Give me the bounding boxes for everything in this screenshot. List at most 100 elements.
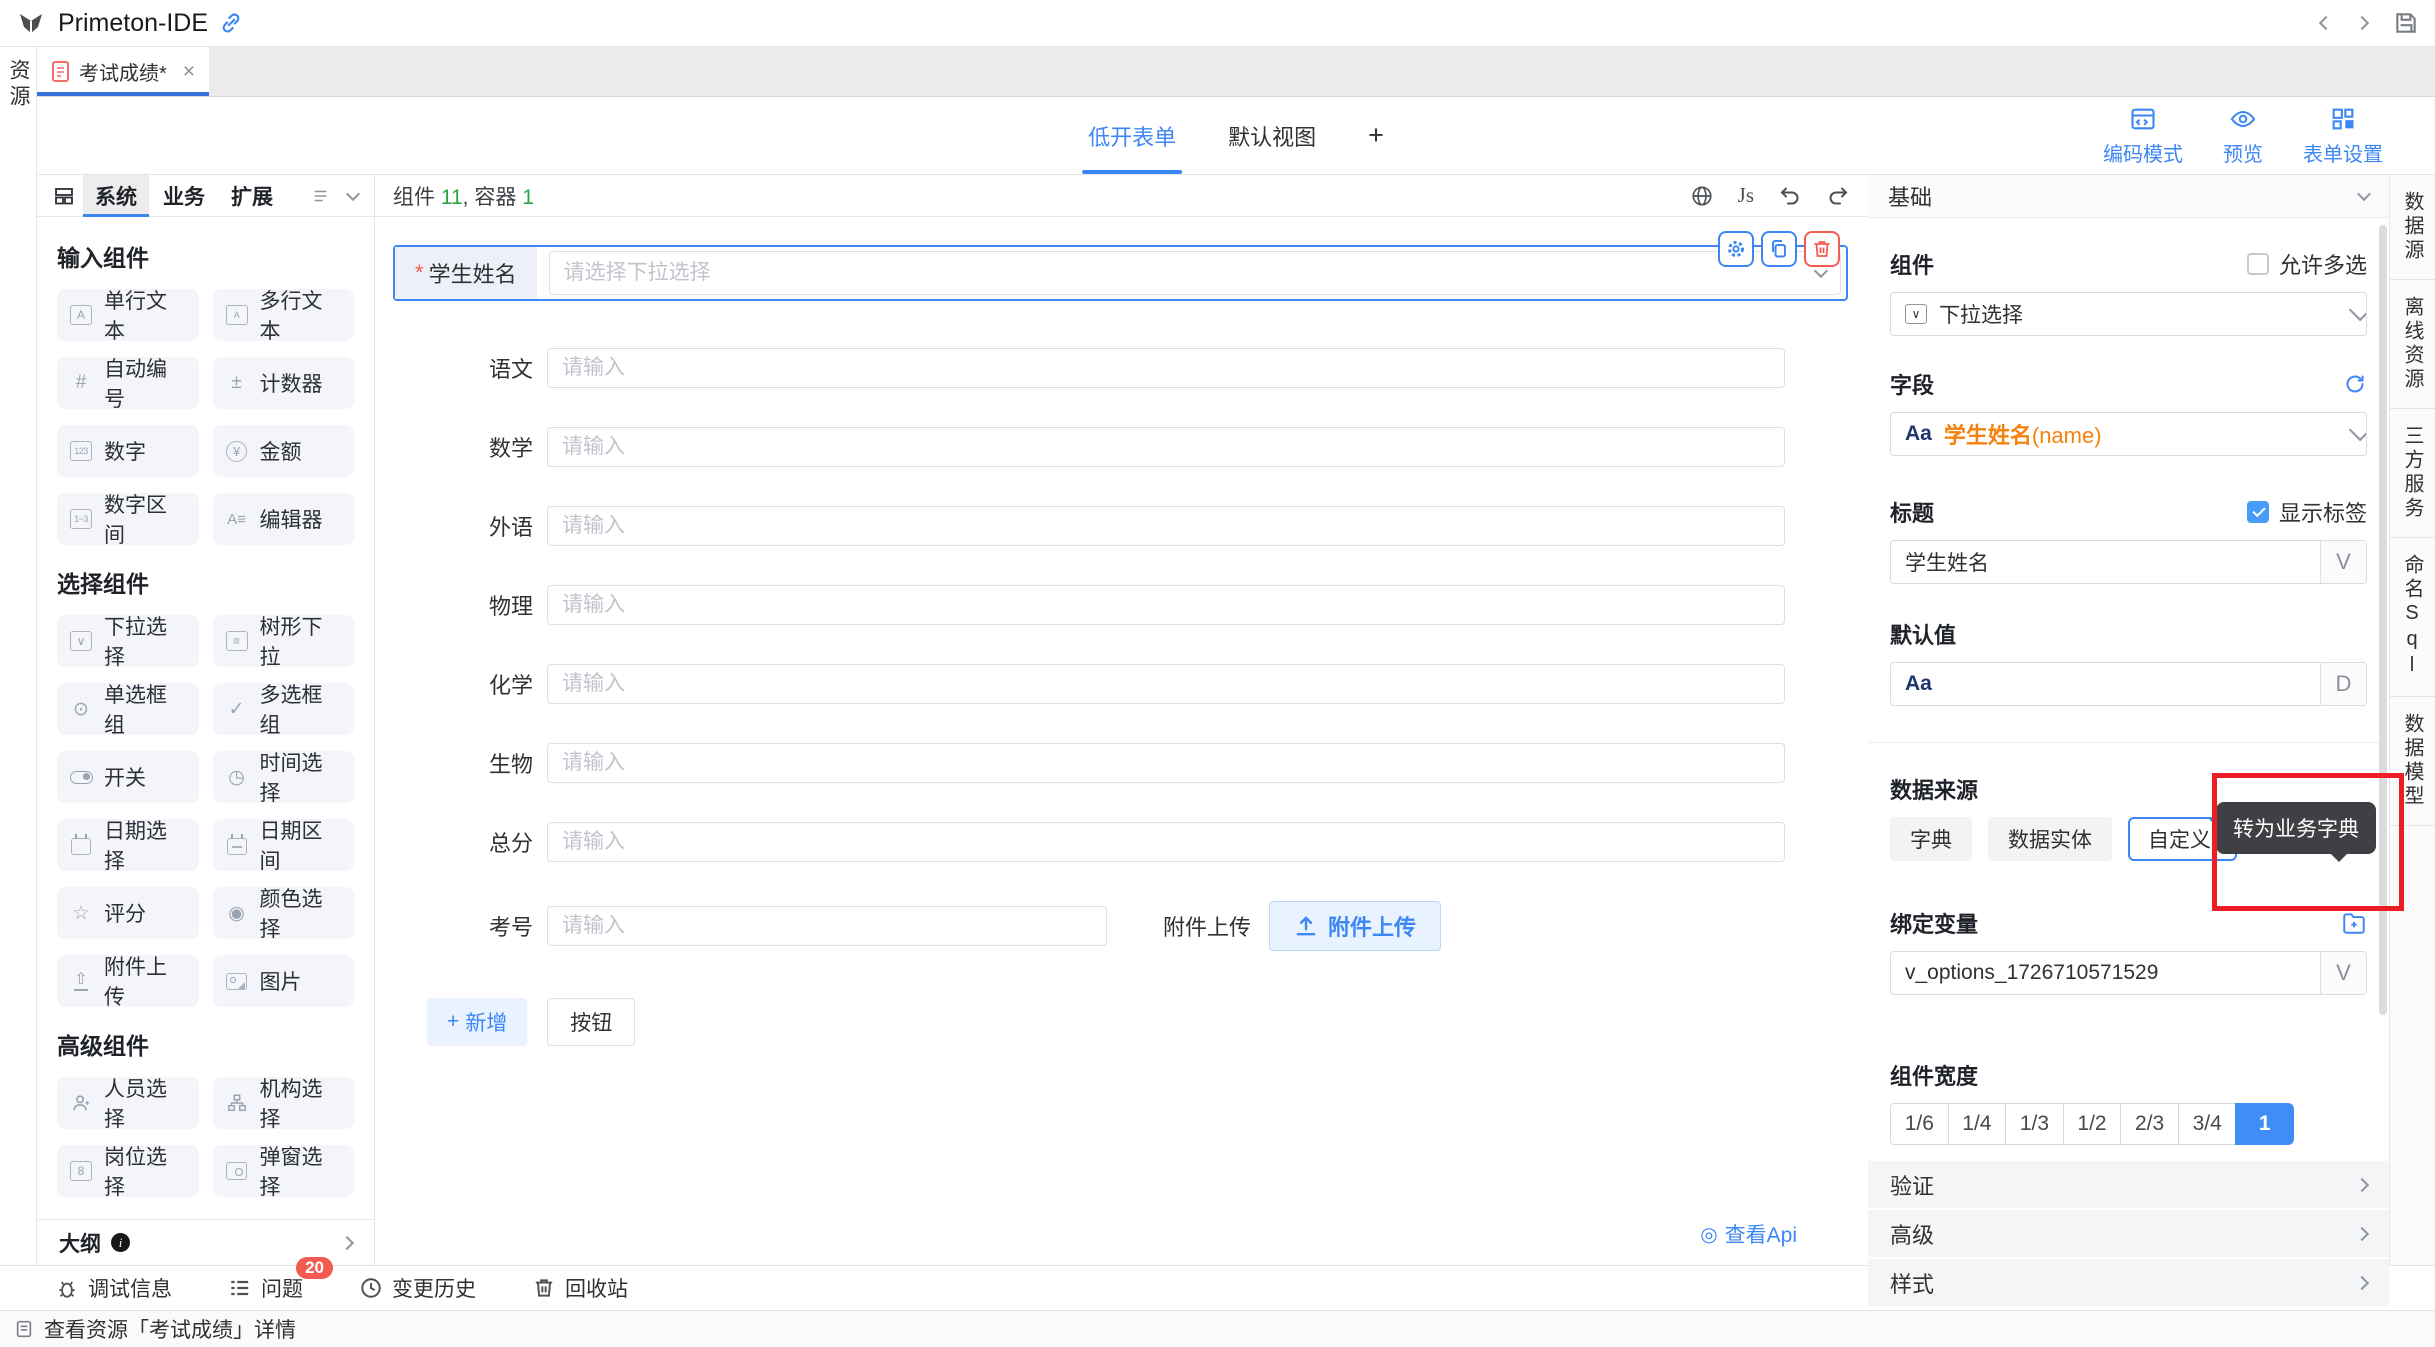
palette-item-dropdown[interactable]: ∨下拉选择 xyxy=(57,615,199,667)
palette-tab-system[interactable]: 系统 xyxy=(83,175,149,216)
palette-item-time-picker[interactable]: ◷时间选择 xyxy=(213,751,355,803)
field-select[interactable]: Aa 学生姓名(name) xyxy=(1890,412,2367,456)
title-input-shell[interactable]: V xyxy=(1890,540,2367,584)
width-option-1-4[interactable]: 1/4 xyxy=(1948,1103,2007,1145)
section-style[interactable]: 样式 xyxy=(1868,1259,2389,1308)
rail-item-offline-resources[interactable]: 离线资源 xyxy=(2390,280,2435,409)
palette-item-number[interactable]: 123数字 xyxy=(57,425,199,477)
palette-item-counter[interactable]: ±计数器 xyxy=(213,357,355,409)
student-name-select[interactable] xyxy=(549,251,1841,295)
biology-input-field[interactable] xyxy=(562,751,1770,775)
student-name-select-input[interactable] xyxy=(564,261,1826,285)
folder-plus-icon[interactable] xyxy=(2341,910,2367,936)
width-option-3-4[interactable]: 3/4 xyxy=(2178,1103,2237,1145)
width-option-2-3[interactable]: 2/3 xyxy=(2120,1103,2179,1145)
chevron-right-icon[interactable] xyxy=(340,1235,354,1249)
nav-back-icon[interactable] xyxy=(2319,16,2333,30)
plain-button[interactable]: 按钮 xyxy=(547,998,635,1046)
palette-item-person-picker[interactable]: 人员选择 xyxy=(57,1077,199,1129)
palette-item-multi-line-text[interactable]: A多行文本 xyxy=(213,289,355,341)
biology-input[interactable] xyxy=(547,743,1785,783)
palette-item-checkbox-group[interactable]: ✓多选框组 xyxy=(213,683,355,735)
layout-grid-icon[interactable] xyxy=(47,175,81,216)
palette-item-auto-number[interactable]: #自动编号 xyxy=(57,357,199,409)
selected-component-student-name[interactable]: * 学生姓名 xyxy=(393,245,1848,301)
recycle-bin-button[interactable]: 回收站 xyxy=(532,1273,628,1303)
globe-icon[interactable] xyxy=(1690,184,1714,208)
math-input-field[interactable] xyxy=(562,435,1770,459)
allow-multi-checkbox[interactable] xyxy=(2247,253,2269,275)
datasource-entity-button[interactable]: 数据实体 xyxy=(1988,817,2112,861)
palette-item-file-upload[interactable]: ⇧附件上传 xyxy=(57,955,199,1007)
palette-item-image[interactable]: 图片 xyxy=(213,955,355,1007)
binding-variable-input[interactable] xyxy=(1905,961,2306,985)
chemistry-input[interactable] xyxy=(547,664,1785,704)
palette-item-org-picker[interactable]: 机构选择 xyxy=(213,1077,355,1129)
palette-tab-business[interactable]: 业务 xyxy=(151,175,217,216)
palette-tab-extend[interactable]: 扩展 xyxy=(219,175,285,216)
rail-item-named-sql[interactable]: 命名Sql xyxy=(2390,538,2435,697)
form-settings-button[interactable]: 表单设置 xyxy=(2303,105,2383,167)
doc-tab-exam-scores[interactable]: 考试成绩* × xyxy=(37,47,209,96)
total-score-input-field[interactable] xyxy=(562,830,1770,854)
section-advanced[interactable]: 高级 xyxy=(1868,1210,2389,1259)
title-input[interactable] xyxy=(1905,550,2306,574)
exam-no-input-field[interactable] xyxy=(562,914,1092,938)
debug-info-button[interactable]: 调试信息 xyxy=(55,1273,172,1303)
code-mode-button[interactable]: 编码模式 xyxy=(2103,105,2183,167)
palette-item-tree-dropdown[interactable]: ≡树形下拉 xyxy=(213,615,355,667)
component-settings-button[interactable] xyxy=(1718,231,1754,267)
list-view-icon[interactable] xyxy=(312,187,330,205)
palette-item-amount[interactable]: ¥金额 xyxy=(213,425,355,477)
component-delete-button[interactable] xyxy=(1804,231,1840,267)
palette-item-single-line-text[interactable]: A单行文本 xyxy=(57,289,199,341)
default-value-shell[interactable]: Aa D xyxy=(1890,662,2367,706)
resources-rail-item[interactable]: 资源 xyxy=(3,59,33,1265)
chemistry-input-field[interactable] xyxy=(562,672,1770,696)
palette-scroll[interactable]: 输入组件 A单行文本 A多行文本 #自动编号 ±计数器 123数字 ¥金额 1~… xyxy=(37,217,374,1219)
component-type-select[interactable]: ∨ 下拉选择 xyxy=(1890,292,2367,336)
change-history-button[interactable]: 变更历史 xyxy=(359,1273,476,1303)
view-api-link[interactable]: ◎ 查看Api xyxy=(1700,1219,1797,1249)
undo-icon[interactable] xyxy=(1778,184,1802,208)
palette-item-date-picker[interactable]: 日期选择 xyxy=(57,819,199,871)
add-button[interactable]: +新增 xyxy=(427,998,527,1046)
nav-forward-icon[interactable] xyxy=(2355,16,2369,30)
default-dynamic-toggle[interactable]: D xyxy=(2320,663,2366,705)
width-option-1-6[interactable]: 1/6 xyxy=(1890,1103,1949,1145)
width-option-1[interactable]: 1 xyxy=(2235,1103,2294,1145)
chinese-input-field[interactable] xyxy=(562,356,1770,380)
tab-default-view[interactable]: 默认视图 xyxy=(1228,97,1316,174)
chevron-down-icon[interactable] xyxy=(346,186,360,200)
title-variable-toggle[interactable]: V xyxy=(2320,541,2366,583)
foreign-language-input-field[interactable] xyxy=(562,514,1770,538)
total-score-input[interactable] xyxy=(547,822,1785,862)
palette-item-date-range[interactable]: 日期区间 xyxy=(213,819,355,871)
binding-variable-shell[interactable]: V xyxy=(1890,951,2367,995)
redo-icon[interactable] xyxy=(1826,184,1850,208)
attachment-upload-button[interactable]: 附件上传 xyxy=(1269,901,1441,951)
rail-item-datasource[interactable]: 数据源 xyxy=(2390,175,2435,280)
save-icon[interactable] xyxy=(2393,10,2419,36)
palette-item-switch[interactable]: 开关 xyxy=(57,751,199,803)
link-icon[interactable] xyxy=(218,10,244,36)
palette-item-color-picker[interactable]: ◉颜色选择 xyxy=(213,887,355,939)
datasource-dict-button[interactable]: 字典 xyxy=(1890,817,1972,861)
foreign-language-input[interactable] xyxy=(547,506,1785,546)
physics-input-field[interactable] xyxy=(562,593,1770,617)
preview-button[interactable]: 预览 xyxy=(2223,105,2263,167)
palette-item-radio-group[interactable]: ⊙单选框组 xyxy=(57,683,199,735)
palette-item-rating[interactable]: ☆评分 xyxy=(57,887,199,939)
palette-item-popup-picker[interactable]: 弹窗选择 xyxy=(213,1145,355,1197)
chinese-input[interactable] xyxy=(547,348,1785,388)
binding-variable-toggle[interactable]: V xyxy=(2320,952,2366,994)
tab-lowcode-form[interactable]: 低开表单 xyxy=(1088,97,1176,174)
problems-button[interactable]: 问题 20 xyxy=(228,1273,303,1303)
exam-no-input[interactable] xyxy=(547,906,1107,946)
width-option-1-3[interactable]: 1/3 xyxy=(2005,1103,2064,1145)
physics-input[interactable] xyxy=(547,585,1785,625)
rail-item-data-model[interactable]: 数据模型 xyxy=(2390,697,2435,826)
palette-item-editor[interactable]: A≡编辑器 xyxy=(213,493,355,545)
section-validation[interactable]: 验证 xyxy=(1868,1161,2389,1210)
inspector-scrollbar[interactable] xyxy=(2379,225,2387,1015)
